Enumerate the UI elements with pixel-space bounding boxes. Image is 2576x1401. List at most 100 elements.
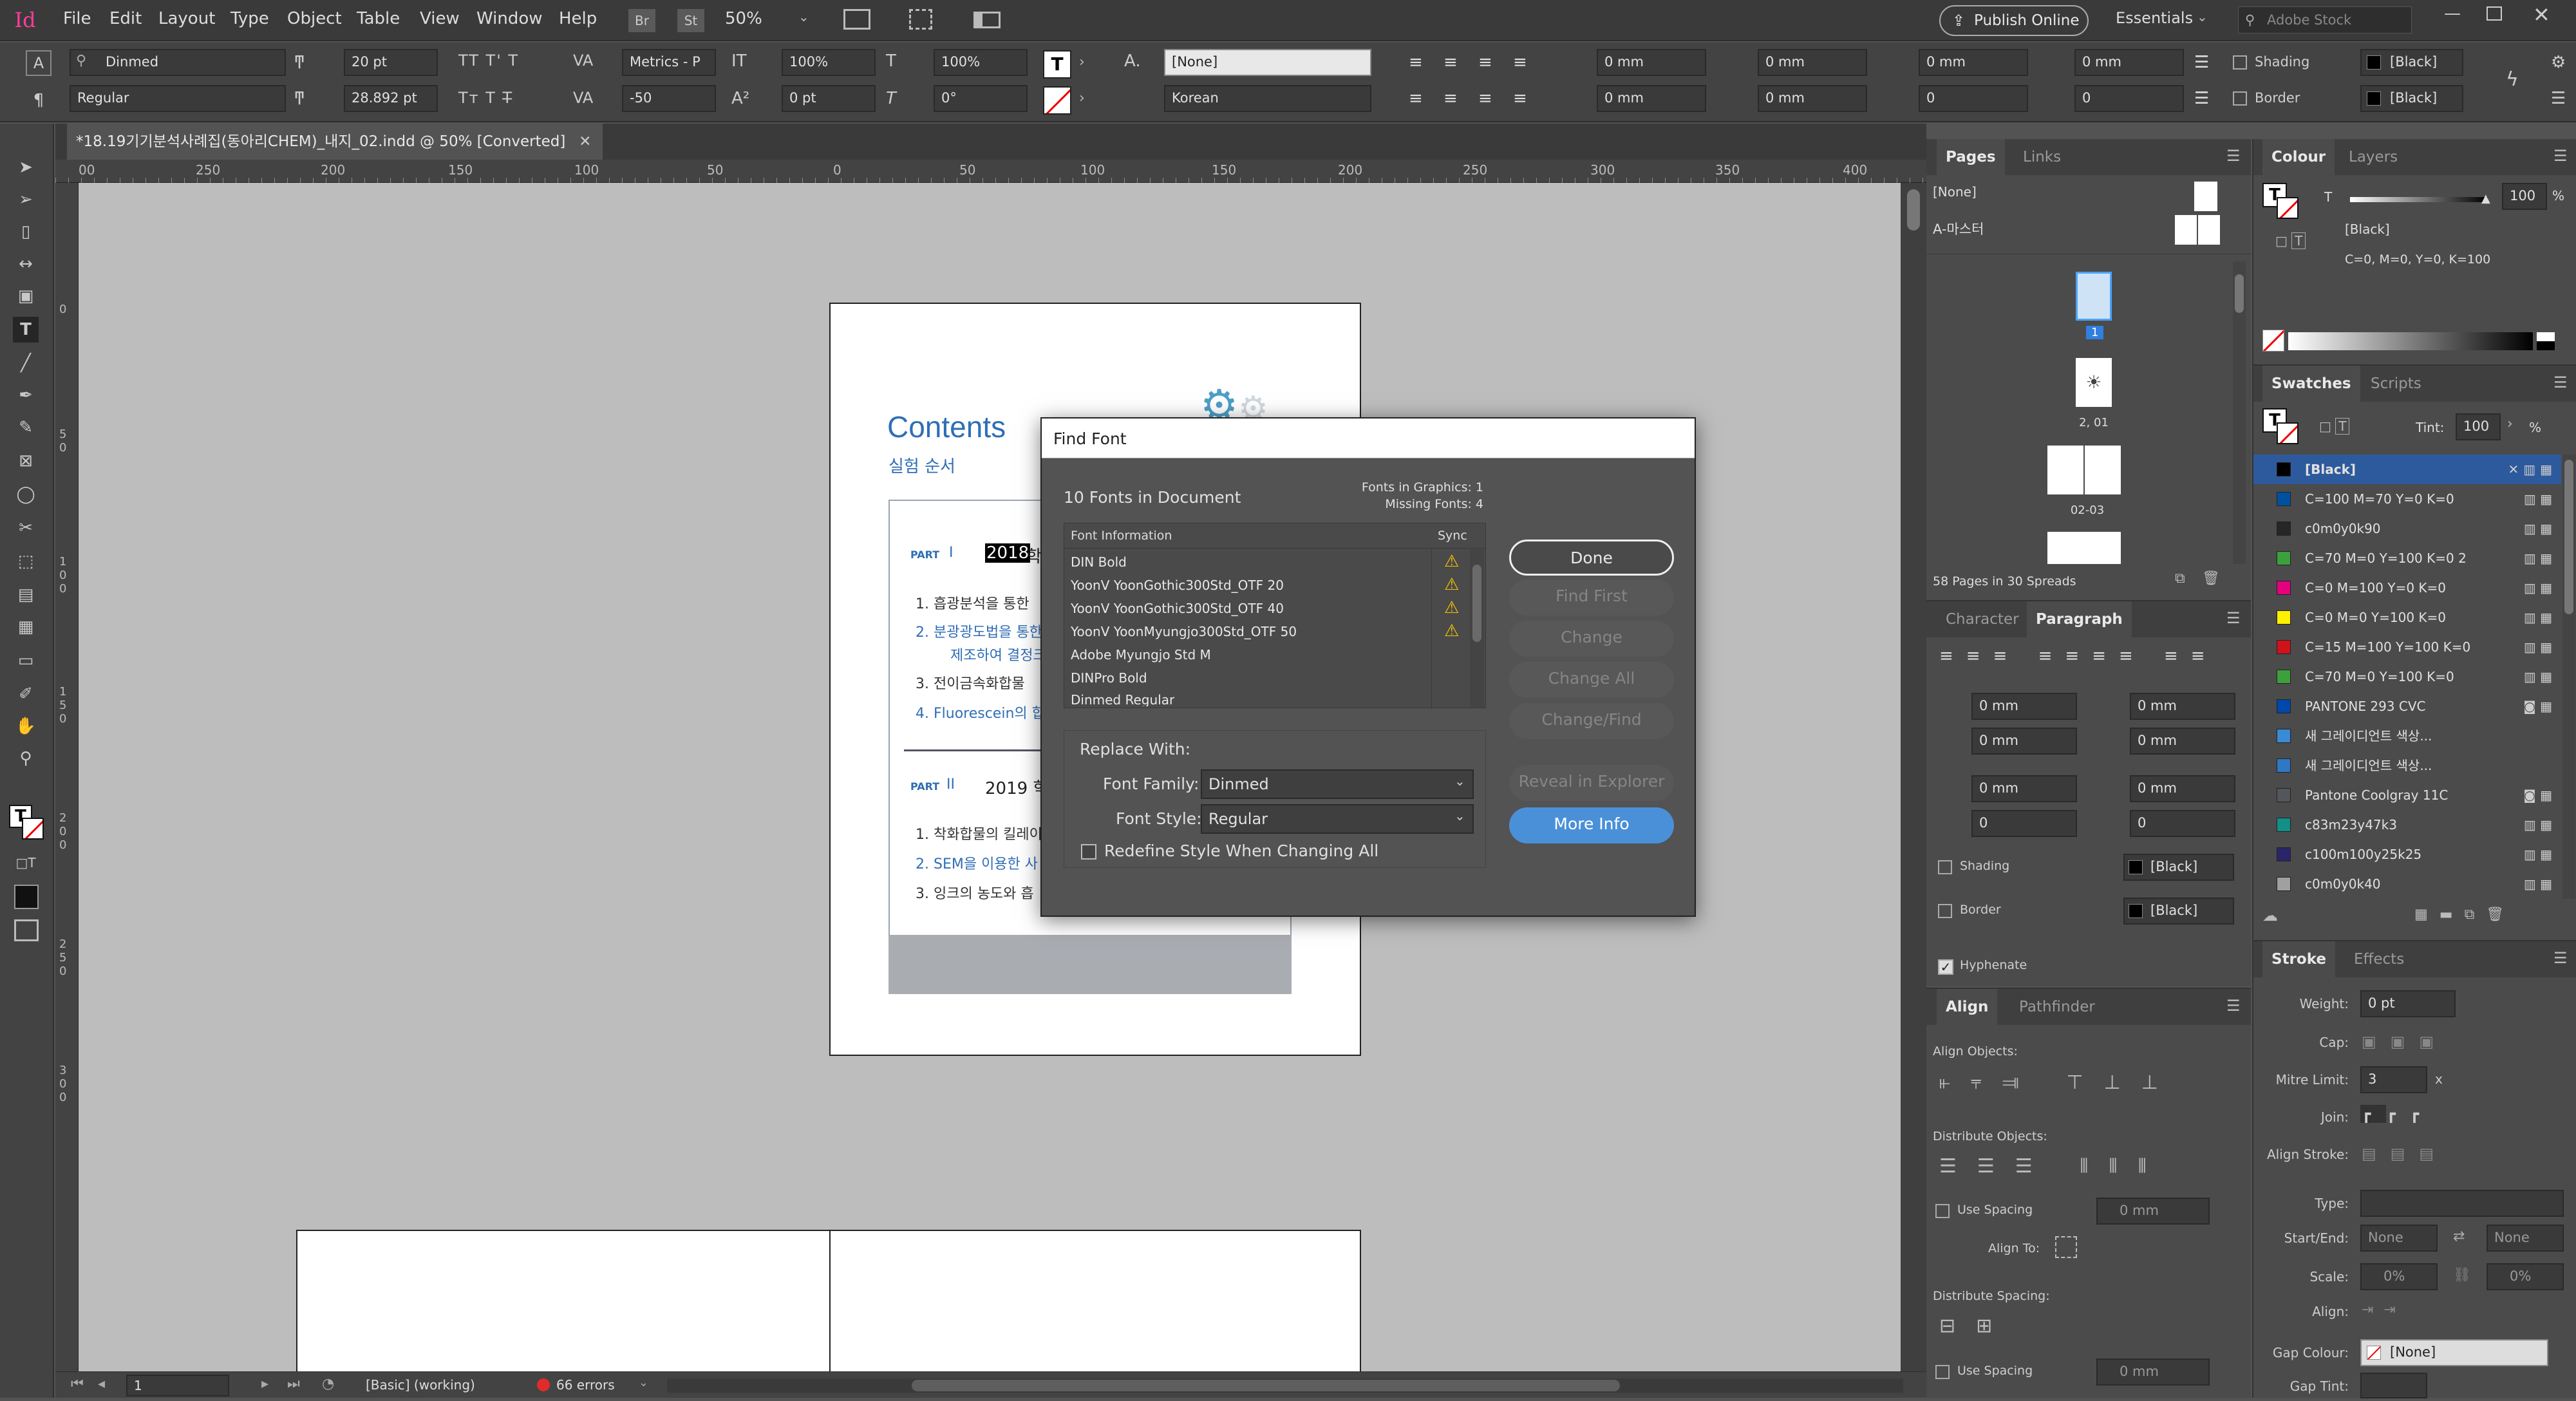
small-caps-icon[interactable]: Tт T T̶	[458, 89, 513, 107]
font-style-field[interactable]: Regular	[70, 85, 286, 112]
font-family-field[interactable]: Dinmed	[70, 49, 286, 76]
scroll-thumb[interactable]	[1907, 189, 1920, 230]
tab-character[interactable]: Character	[1937, 601, 2028, 637]
panel-menu-icon[interactable]: ☰	[2226, 997, 2241, 1015]
swatch-footer-icons[interactable]: ▦▬⧉🗑	[2414, 907, 2515, 923]
colour-ramp[interactable]	[2288, 332, 2533, 350]
font-row[interactable]: Dinmed Regular	[1071, 692, 1174, 706]
tab-align[interactable]: Align	[1937, 989, 1998, 1025]
swatch-row[interactable]: 새 그레이디언트 색상...	[2253, 751, 2561, 780]
menu-help[interactable]: Help	[559, 9, 597, 28]
tab-links[interactable]: Links	[2014, 139, 2070, 175]
hand-tool-icon[interactable]: ✋	[13, 713, 39, 739]
text-fill-icon[interactable]: T	[1043, 50, 1071, 79]
swatch-tint-field[interactable]: 100	[2456, 413, 2501, 440]
kerning-field[interactable]: Metrics - P	[622, 49, 716, 76]
last-line-indent-field[interactable]: 0 mm	[1758, 85, 1867, 112]
menu-window[interactable]: Window	[476, 9, 543, 28]
part1-year-selected[interactable]: 2018	[985, 543, 1031, 563]
formatting-container-icon[interactable]: □T	[13, 850, 39, 876]
swatch-row[interactable]: C=70 M=0 Y=100 K=0 ▥ ▦	[2253, 662, 2561, 691]
bridge-button[interactable]: Br	[628, 9, 655, 32]
stock-button[interactable]: St	[677, 9, 704, 32]
restore-icon[interactable]	[2487, 6, 2502, 21]
pen-tool-icon[interactable]: ✒	[13, 382, 39, 408]
gap-colour-select[interactable]: [None]	[2360, 1339, 2548, 1366]
panel-menu-icon[interactable]: ☰	[2553, 373, 2568, 391]
none-master[interactable]: [None]	[1933, 184, 1977, 200]
menu-file[interactable]: File	[63, 9, 91, 28]
swatch-row[interactable]: C=15 M=100 Y=100 K=0 ▥ ▦	[2253, 632, 2561, 662]
swatch-row[interactable]: C=0 M=100 Y=0 K=0 ▥ ▦	[2253, 573, 2561, 603]
change-button[interactable]: Change	[1509, 621, 1674, 657]
chevron-down-icon[interactable]: ⌄	[2197, 9, 2208, 24]
colour-tint-field[interactable]: 100	[2502, 183, 2547, 210]
tab-paragraph[interactable]: Paragraph	[2027, 601, 2132, 637]
zoom-level[interactable]: 50%	[725, 9, 762, 28]
prev-page-icon[interactable]: ◂	[98, 1376, 105, 1392]
para-space-after[interactable]: 0 mm	[2130, 775, 2235, 802]
para-first-line[interactable]: 0 mm	[1971, 728, 2077, 755]
selection-tool-icon[interactable]: ➤	[13, 155, 39, 180]
space-after-field[interactable]: 0 mm	[2074, 49, 2184, 76]
font-row[interactable]: YoonV YoonGothic300Std_OTF 40	[1071, 601, 1284, 616]
align-towards-icon[interactable]: ≡	[1513, 53, 1527, 72]
page-thumb-3b[interactable]	[2085, 446, 2121, 494]
chevron-down-icon[interactable]: ⌄	[1454, 808, 1465, 823]
replace-font-family-select[interactable]: Dinmed	[1201, 769, 1474, 799]
font-row[interactable]: DINPro Bold	[1071, 670, 1147, 686]
none-swatch[interactable]	[2262, 330, 2284, 352]
font-list[interactable]: Font Information Sync DIN Bold ⚠ YoonV Y…	[1064, 523, 1486, 709]
minimize-icon[interactable]: —	[2444, 4, 2461, 23]
use-spacing2-checkbox[interactable]	[1935, 1365, 1950, 1379]
chevron-down-icon[interactable]: ⌄	[639, 1376, 648, 1389]
leading-field[interactable]: 28.892 pt	[344, 85, 438, 112]
close-icon[interactable]: ✕	[2533, 3, 2550, 27]
screen-mode-icon[interactable]	[843, 9, 870, 30]
align-arrow-icons[interactable]: ⇥⇥	[2362, 1302, 2406, 1318]
formatting-icon[interactable]: □ T	[2275, 232, 2306, 249]
done-button[interactable]: Done	[1509, 540, 1674, 576]
justify-all-icon[interactable]: ≡	[1513, 89, 1527, 108]
line-tool-icon[interactable]: ╱	[13, 350, 39, 376]
swatch-row[interactable]: C=100 M=70 Y=0 K=0 ▥ ▦	[2253, 484, 2561, 514]
justify-right-icon[interactable]: ≡	[1478, 89, 1492, 108]
chevron-right-icon[interactable]: ›	[1079, 90, 1085, 106]
swatch-row[interactable]: C=70 M=0 Y=100 K=0 2 ▥ ▦	[2253, 543, 2561, 573]
cloud-icon[interactable]: ☁	[2262, 907, 2278, 925]
a-master-thumb-left[interactable]	[2175, 215, 2197, 245]
panel-menu-icon[interactable]: ☰	[2226, 609, 2241, 627]
swatch-fill-stroke-icon[interactable]: T	[2262, 408, 2301, 447]
distribute-objects-icons[interactable]: ☰☰☰ ⦀⦀⦀	[1939, 1155, 2167, 1178]
document-page-left[interactable]	[296, 1230, 831, 1371]
align-right-icon[interactable]: ≡	[1478, 53, 1492, 72]
panel-menu-icon[interactable]: ☰	[2226, 147, 2241, 165]
align-left-icon[interactable]: ≡	[1409, 53, 1423, 72]
justify-left-icon[interactable]: ≡	[1409, 89, 1423, 108]
distribute-spacing-field[interactable]: 0 mm	[2096, 1198, 2210, 1225]
eyedropper-icon[interactable]: ✐	[13, 681, 39, 707]
swatch-row[interactable]: c100m100y25k25 ▥ ▦	[2253, 840, 2561, 869]
direct-selection-icon[interactable]: ➢	[13, 187, 39, 212]
drop-cap-chars-field[interactable]: 0	[2074, 85, 2184, 112]
align-to-icon[interactable]	[2055, 1236, 2077, 1258]
arrange-icon[interactable]	[973, 12, 1001, 28]
para-drop-chars[interactable]: 0	[2130, 810, 2235, 837]
link-icon[interactable]: ⛓	[2453, 1267, 2471, 1283]
page-thumb-4[interactable]	[2047, 532, 2121, 564]
swatch-row[interactable]: C=0 M=0 Y=100 K=0 ▥ ▦	[2253, 603, 2561, 632]
align-stroke-icons[interactable]: ▤▤▤	[2362, 1145, 2448, 1163]
scissors-icon[interactable]: ✂	[13, 515, 39, 541]
space-before-field[interactable]: 0 mm	[1919, 49, 2028, 76]
justify-center-icon[interactable]: ≡	[1443, 89, 1458, 108]
none-master-thumb[interactable]	[2194, 182, 2217, 211]
chevron-down-icon[interactable]: ⌄	[1454, 773, 1465, 789]
distribute-spacing2-field[interactable]: 0 mm	[2096, 1359, 2210, 1386]
join-icons[interactable]: ┏┏┏	[2360, 1105, 2433, 1123]
start-select[interactable]: None	[2360, 1225, 2438, 1252]
free-transform-icon[interactable]: ⬚	[13, 549, 39, 574]
swatch-row[interactable]: Pantone Coolgray 11C ◙ ▦	[2253, 780, 2561, 810]
pages-scrollbar[interactable]	[2233, 261, 2246, 564]
gradient-swatch-icon[interactable]: ▤	[13, 582, 39, 608]
swap-icon[interactable]: ⇄	[2453, 1228, 2465, 1245]
